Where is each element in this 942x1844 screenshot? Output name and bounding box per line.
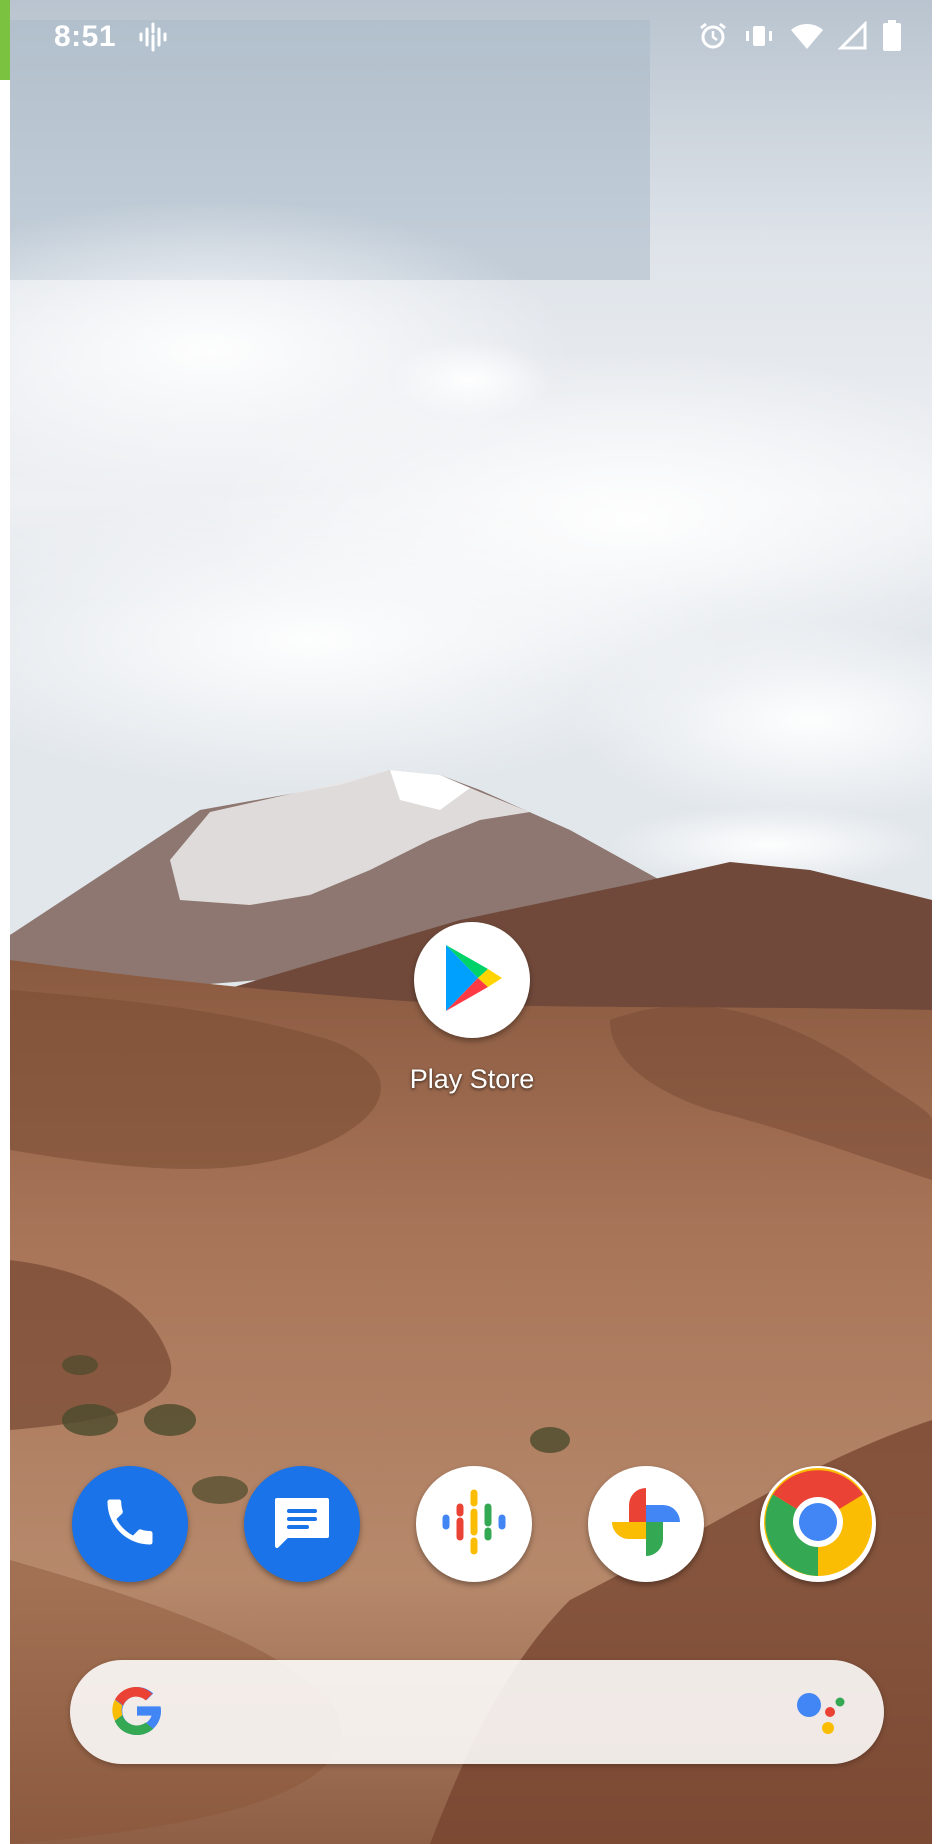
cell-signal-icon (837, 20, 868, 56)
status-time: 8:51 (54, 20, 117, 53)
photos-icon (606, 1482, 686, 1567)
play-store-icon (440, 943, 504, 1018)
status-bar: 8:51 (10, 0, 932, 76)
vibrate-icon (742, 21, 776, 56)
podcasts-app[interactable] (416, 1466, 532, 1582)
home-screen: 8:51 Play Store (10, 0, 932, 1844)
phone-app[interactable] (72, 1466, 188, 1582)
phone-icon (100, 1492, 160, 1557)
chrome-icon (762, 1466, 874, 1583)
podcast-notification-icon (138, 22, 168, 57)
messages-icon (271, 1494, 333, 1555)
play-store-app[interactable] (414, 922, 530, 1038)
wifi-icon (790, 21, 824, 56)
play-store-label[interactable]: Play Store (370, 1064, 574, 1095)
edge-tab (0, 0, 10, 80)
chrome-app[interactable] (760, 1466, 876, 1582)
google-g-icon[interactable] (106, 1680, 168, 1747)
podcasts-icon (439, 1487, 509, 1562)
photos-app[interactable] (588, 1466, 704, 1582)
messages-app[interactable] (244, 1466, 360, 1582)
assistant-icon[interactable] (796, 1690, 846, 1741)
battery-icon (882, 20, 902, 57)
google-search-bar[interactable] (70, 1660, 884, 1764)
alarm-icon (698, 21, 728, 56)
